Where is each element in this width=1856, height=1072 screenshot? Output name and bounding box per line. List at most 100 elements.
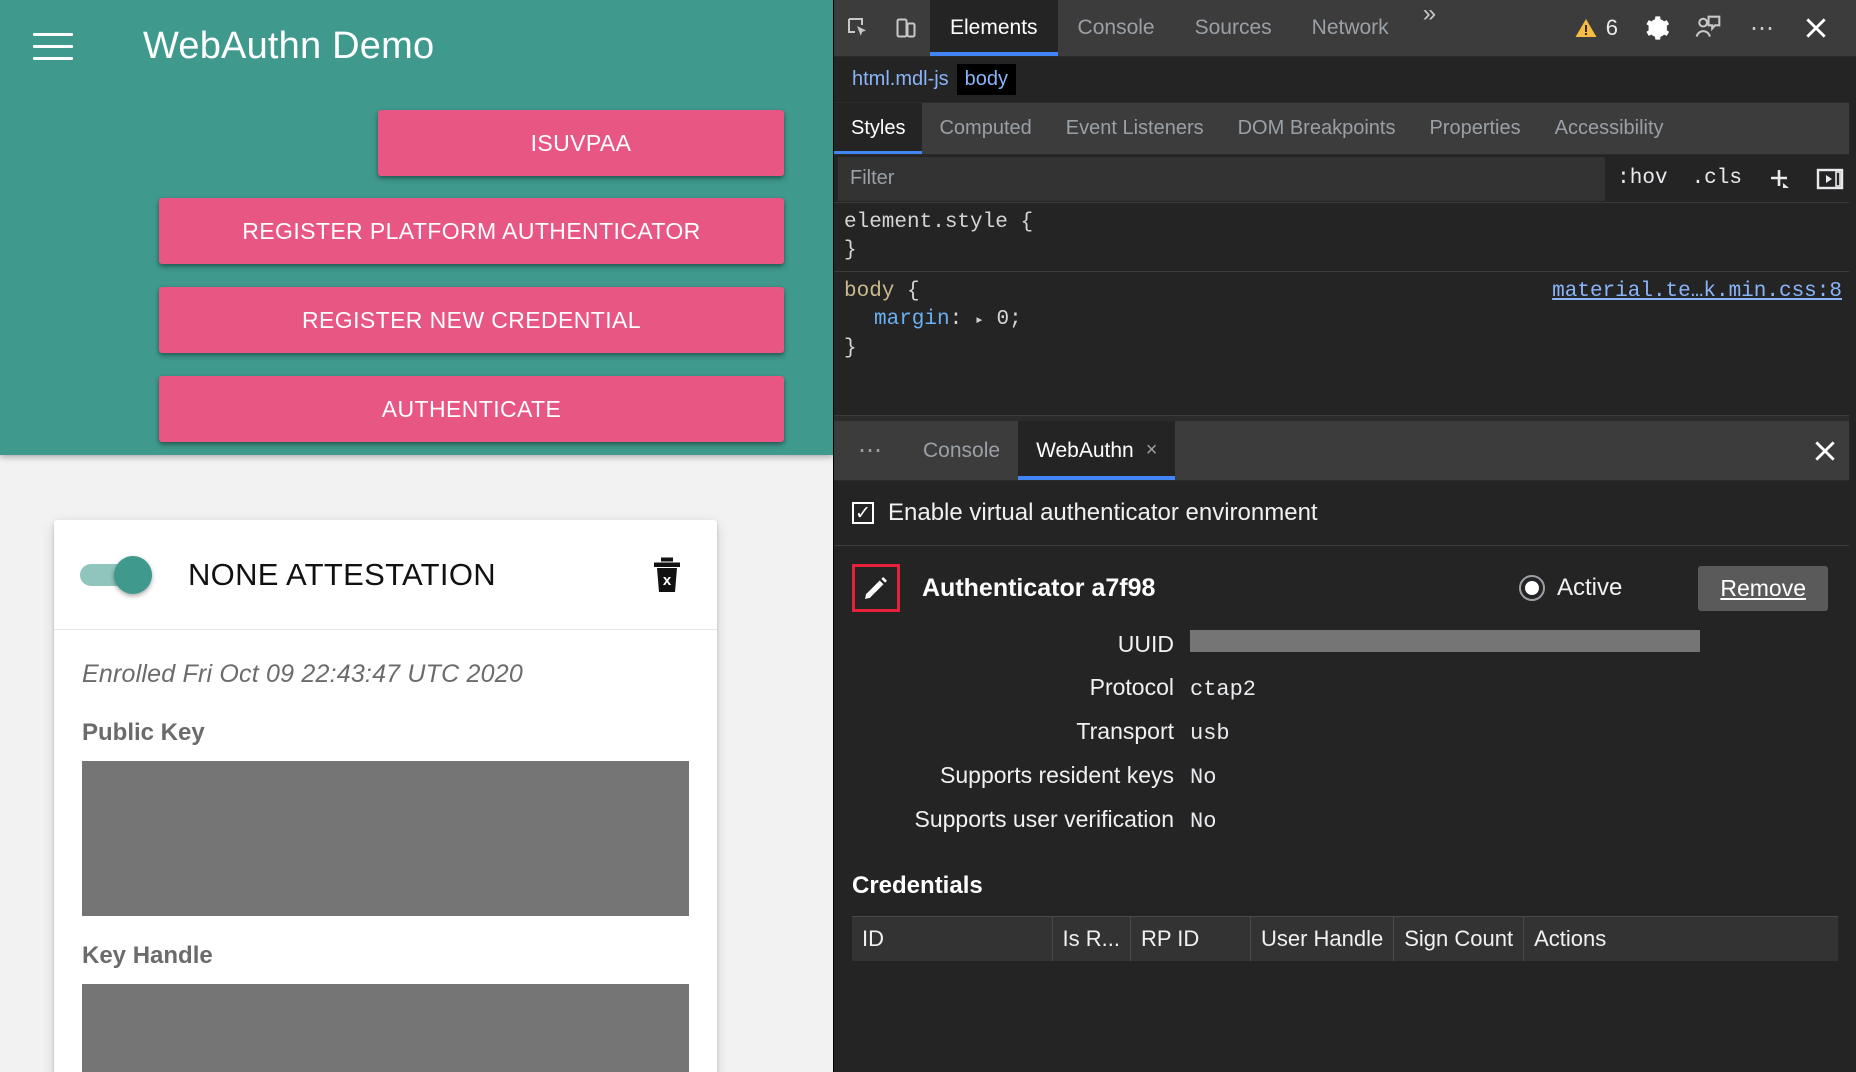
warning-triangle-icon	[1575, 19, 1597, 37]
hov-button[interactable]: :hov	[1605, 167, 1679, 190]
property-value-protocol: ctap2	[1190, 677, 1257, 702]
devtools-scrollbar[interactable]	[1849, 57, 1856, 1072]
tab-sources[interactable]: Sources	[1175, 0, 1292, 56]
credential-card-title: NONE ATTESTATION	[188, 556, 496, 592]
styles-filter-toolbar: :hov .cls	[834, 155, 1856, 203]
public-key-value	[82, 761, 689, 916]
authenticator-properties: UUID Protocol ctap2 Transport usb Suppor…	[834, 622, 1856, 834]
close-icon[interactable]	[1792, 15, 1840, 41]
css-open-brace: {	[907, 280, 920, 303]
property-value-uuid	[1190, 630, 1700, 652]
enrolled-timestamp: Enrolled Fri Oct 09 22:43:47 UTC 2020	[82, 660, 523, 688]
tab-console[interactable]: Console	[1058, 0, 1175, 56]
devtools-main-toolbar: Elements Console Sources Network » 6 ⋯	[834, 0, 1856, 57]
feedback-person-icon[interactable]	[1684, 14, 1732, 42]
plus-new-style-rule-icon[interactable]	[1754, 166, 1804, 192]
tab-event-listeners[interactable]: Event Listeners	[1049, 103, 1221, 154]
drawer-tab-close-icon[interactable]: ×	[1146, 439, 1158, 462]
css-selector-body[interactable]: body	[844, 280, 894, 303]
enable-virtual-authenticator-label: Enable virtual authenticator environment	[888, 499, 1318, 526]
attestation-toggle-switch[interactable]	[80, 555, 158, 594]
enable-virtual-authenticator-row[interactable]: Enable virtual authenticator environment	[834, 481, 1856, 546]
hamburger-menu-icon[interactable]	[33, 33, 73, 66]
trash-delete-icon[interactable]: x	[645, 553, 689, 597]
tab-accessibility[interactable]: Accessibility	[1538, 103, 1681, 154]
search-input[interactable]	[838, 156, 1606, 201]
tab-dom-breakpoints[interactable]: DOM Breakpoints	[1221, 103, 1413, 154]
css-value-margin[interactable]: 0;	[996, 308, 1021, 331]
webauthn-panel: Enable virtual authenticator environment…	[834, 481, 1856, 964]
property-row-uuid: UUID	[834, 630, 1856, 658]
authenticator-active-radio[interactable]: Active	[1518, 574, 1622, 602]
authenticator-name: Authenticator a7f98	[922, 573, 1156, 602]
more-tabs-icon[interactable]: »	[1409, 0, 1450, 56]
enable-virtual-authenticator-checkbox[interactable]	[852, 502, 874, 524]
drawer-tab-webauthn-label: WebAuthn	[1036, 438, 1134, 462]
warning-count-label: 6	[1605, 15, 1618, 40]
column-header-actions[interactable]: Actions	[1523, 916, 1838, 961]
toggle-knob	[114, 555, 152, 594]
remove-authenticator-button[interactable]: Remove	[1698, 565, 1828, 611]
css-rule-body[interactable]: body { material.te…k.min.css:8 margin: ▸…	[834, 271, 1856, 369]
css-property-margin[interactable]: margin	[844, 308, 950, 331]
css-expand-arrow[interactable]: ▸	[975, 312, 984, 329]
tab-styles[interactable]: Styles	[834, 103, 923, 154]
page-viewport: WebAuthn Demo ISUVPAA REGISTER PLATFORM …	[0, 0, 833, 1072]
column-header-is-resident[interactable]: Is R...	[1052, 916, 1131, 961]
authenticate-button[interactable]: AUTHENTICATE	[159, 376, 784, 442]
css-close-brace: }	[844, 337, 857, 360]
register-platform-authenticator-button[interactable]: REGISTER PLATFORM AUTHENTICATOR	[159, 198, 784, 264]
drawer-tab-console[interactable]: Console	[905, 421, 1018, 480]
property-value-transport: usb	[1190, 721, 1230, 746]
authenticator-header: Authenticator a7f98 Active Remove	[834, 546, 1856, 622]
property-key-uuid: UUID	[1117, 631, 1174, 657]
device-toolbar-icon[interactable]	[882, 0, 930, 56]
property-key-transport: Transport	[1076, 718, 1174, 744]
breadcrumb: html.mdl-js body	[834, 57, 1856, 103]
css-selector-element-style[interactable]: element.style	[844, 211, 1008, 234]
css-rule-element-style[interactable]: element.style { }	[834, 203, 1856, 271]
pencil-edit-icon[interactable]	[852, 564, 900, 612]
screen-root: WebAuthn Demo ISUVPAA REGISTER PLATFORM …	[0, 0, 1856, 1072]
drawer-tab-webauthn[interactable]: WebAuthn ×	[1018, 421, 1176, 480]
property-row-transport: Transport usb	[834, 718, 1856, 746]
column-header-id[interactable]: ID	[852, 916, 1053, 961]
public-key-label: Public Key	[82, 719, 205, 746]
css-rules-filler	[834, 381, 1856, 415]
breadcrumb-html[interactable]: html.mdl-js	[844, 64, 957, 95]
column-header-sign-count[interactable]: Sign Count	[1393, 916, 1525, 961]
css-source-link[interactable]: material.te…k.min.css:8	[1552, 278, 1842, 306]
property-row-user-verification: Supports user verification No	[834, 806, 1856, 834]
register-new-credential-button[interactable]: REGISTER NEW CREDENTIAL	[159, 287, 784, 353]
property-key-user-verification: Supports user verification	[914, 806, 1174, 832]
more-options-icon[interactable]: ⋯	[1736, 14, 1788, 43]
tab-properties[interactable]: Properties	[1412, 103, 1537, 154]
breadcrumb-body[interactable]: body	[956, 64, 1017, 95]
tab-network[interactable]: Network	[1292, 0, 1409, 56]
property-value-resident-keys: No	[1190, 765, 1217, 790]
tab-elements[interactable]: Elements	[930, 0, 1058, 56]
property-key-protocol: Protocol	[1089, 674, 1174, 700]
drawer-close-icon[interactable]	[1812, 421, 1838, 480]
tab-computed[interactable]: Computed	[922, 103, 1048, 154]
drawer-more-tools-icon[interactable]: ⋯	[834, 421, 905, 480]
column-header-rp-id[interactable]: RP ID	[1130, 916, 1251, 961]
warning-count-button[interactable]: 6	[1564, 15, 1628, 41]
cls-button[interactable]: .cls	[1680, 167, 1754, 190]
inspect-element-icon[interactable]	[834, 0, 882, 56]
css-open-brace: {	[1020, 211, 1034, 234]
page-title: WebAuthn Demo	[143, 25, 435, 67]
drawer-tab-bar: ⋯ Console WebAuthn ×	[834, 421, 1856, 481]
svg-text:x: x	[663, 572, 672, 589]
property-row-resident-keys: Supports resident keys No	[834, 762, 1856, 790]
credential-card-header: NONE ATTESTATION x	[54, 520, 717, 630]
credentials-table: ID Is R... RP ID User Handle Sign Count …	[852, 916, 1838, 961]
gear-icon[interactable]	[1632, 14, 1680, 42]
credential-card: NONE ATTESTATION x Enrolled Fri Oct 09 2…	[54, 520, 717, 1072]
column-header-user-handle[interactable]: User Handle	[1250, 916, 1395, 961]
credentials-table-header-row: ID Is R... RP ID User Handle Sign Count …	[852, 916, 1838, 961]
isuvpaa-button[interactable]: ISUVPAA	[378, 110, 784, 176]
property-row-protocol: Protocol ctap2	[834, 674, 1856, 702]
credentials-title: Credentials	[852, 872, 983, 899]
property-key-resident-keys: Supports resident keys	[940, 762, 1174, 788]
